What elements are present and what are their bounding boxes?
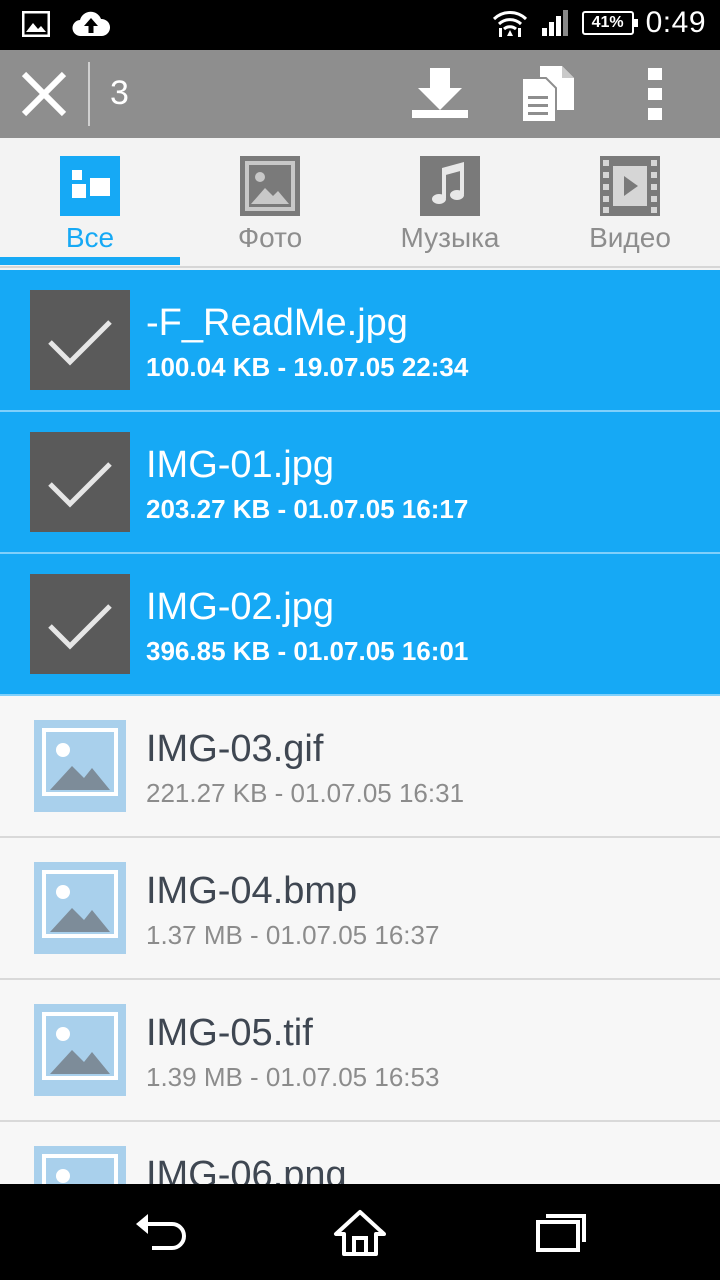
video-icon <box>600 156 660 216</box>
selected-count: 3 <box>110 74 129 112</box>
image-thumbnail-icon[interactable] <box>30 858 130 958</box>
tab-label: Видео <box>589 222 671 253</box>
recents-icon[interactable] <box>530 1208 590 1256</box>
file-row[interactable]: IMG-05.tif 1.39 MB - 01.07.05 16:53 <box>0 980 720 1122</box>
file-row[interactable]: IMG-04.bmp 1.37 MB - 01.07.05 16:37 <box>0 838 720 980</box>
file-name: IMG-03.gif <box>146 728 324 770</box>
tab-label: Музыка <box>400 222 500 253</box>
file-name: IMG-02.jpg <box>146 586 334 628</box>
file-meta: 1.39 MB - 01.07.05 16:53 <box>146 1062 440 1092</box>
photo-icon <box>240 156 300 216</box>
file-meta: 1.37 MB - 01.07.05 16:37 <box>146 920 440 950</box>
battery-level: 41% <box>591 14 624 31</box>
close-icon[interactable] <box>18 68 70 120</box>
image-thumbnail-icon[interactable] <box>30 1000 130 1100</box>
selection-action-bar: 3 <box>0 50 720 138</box>
home-icon[interactable] <box>330 1208 390 1256</box>
active-tab-indicator <box>0 257 180 265</box>
tab-label: Все <box>65 222 115 253</box>
all-files-icon <box>60 156 120 216</box>
checkmark-icon[interactable] <box>30 290 130 390</box>
file-row[interactable]: IMG-01.jpg 203.27 KB - 01.07.05 16:17 <box>0 412 720 554</box>
tab-all[interactable]: Все <box>0 138 180 266</box>
image-notification-icon <box>22 11 50 37</box>
tab-video[interactable]: Видео <box>540 138 720 266</box>
overflow-menu-icon[interactable] <box>626 64 686 124</box>
copy-icon[interactable] <box>518 64 578 124</box>
file-name: -F_ReadMe.jpg <box>146 302 408 344</box>
image-thumbnail-icon[interactable] <box>30 1142 130 1184</box>
checkmark-icon[interactable] <box>30 574 130 674</box>
file-meta: 100.04 KB - 19.07.05 22:34 <box>146 352 469 382</box>
tab-label: Фото <box>237 222 303 253</box>
tab-music[interactable]: Музыка <box>360 138 540 266</box>
category-tabs: Все Фото Музыка Видео <box>0 138 720 268</box>
file-list: -F_ReadMe.jpg 100.04 KB - 19.07.05 22:34… <box>0 270 720 1184</box>
action-bar-divider <box>88 62 90 126</box>
music-icon <box>420 156 480 216</box>
file-name: IMG-04.bmp <box>146 870 358 912</box>
image-thumbnail-icon[interactable] <box>30 716 130 816</box>
file-name: IMG-06.png <box>146 1154 347 1184</box>
signal-icon <box>541 10 568 36</box>
back-icon[interactable] <box>128 1208 188 1256</box>
file-name: IMG-05.tif <box>146 1012 313 1054</box>
status-bar: 41% 0:49 <box>0 0 720 50</box>
file-row[interactable]: IMG-02.jpg 396.85 KB - 01.07.05 16:01 <box>0 554 720 696</box>
file-row[interactable]: -F_ReadMe.jpg 100.04 KB - 19.07.05 22:34 <box>0 270 720 412</box>
file-meta: 396.85 KB - 01.07.05 16:01 <box>146 636 469 666</box>
file-name: IMG-01.jpg <box>146 444 334 486</box>
checkmark-icon[interactable] <box>30 432 130 532</box>
file-meta: 221.27 KB - 01.07.05 16:31 <box>146 778 465 808</box>
cloud-upload-icon <box>72 11 110 37</box>
file-meta: 203.27 KB - 01.07.05 16:17 <box>146 494 469 524</box>
tab-photo[interactable]: Фото <box>180 138 360 266</box>
navigation-bar <box>0 1184 720 1280</box>
battery-icon: 41% <box>581 11 638 35</box>
download-icon[interactable] <box>410 64 470 124</box>
clock: 0:49 <box>645 6 706 39</box>
file-row[interactable]: IMG-06.png <box>0 1122 720 1184</box>
file-row[interactable]: IMG-03.gif 221.27 KB - 01.07.05 16:31 <box>0 696 720 838</box>
wifi-icon <box>492 11 527 37</box>
